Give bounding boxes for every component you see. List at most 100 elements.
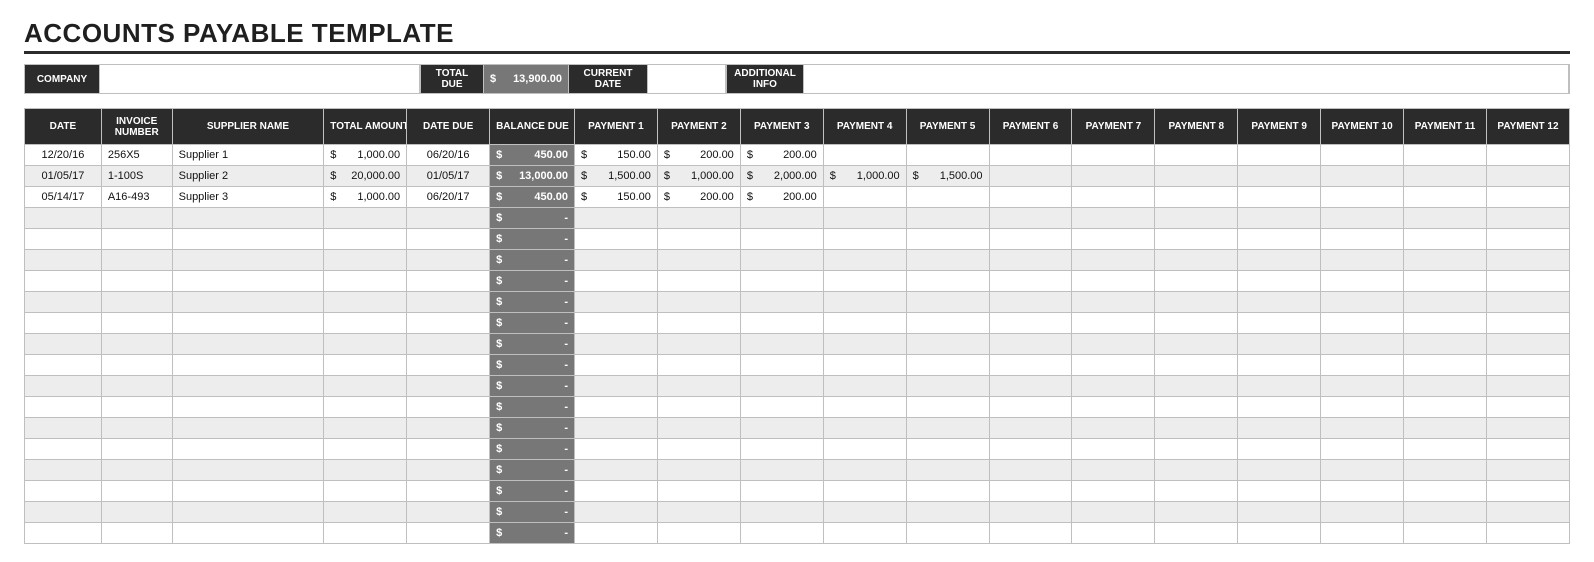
table-cell[interactable] (989, 271, 1072, 292)
table-cell[interactable]: $150.00 (575, 187, 658, 208)
table-cell[interactable]: Supplier 3 (172, 187, 324, 208)
table-cell[interactable] (407, 397, 490, 418)
table-cell[interactable] (823, 271, 906, 292)
table-cell[interactable]: $1,000.00 (823, 166, 906, 187)
table-cell[interactable] (1072, 334, 1155, 355)
table-cell[interactable] (324, 481, 407, 502)
table-cell[interactable] (1404, 229, 1487, 250)
table-cell[interactable] (1072, 208, 1155, 229)
table-cell[interactable] (740, 397, 823, 418)
table-cell[interactable]: $13,000.00 (490, 166, 575, 187)
table-cell[interactable]: $- (490, 355, 575, 376)
table-cell[interactable] (25, 376, 102, 397)
table-cell[interactable] (1155, 208, 1238, 229)
table-cell[interactable] (25, 334, 102, 355)
table-cell[interactable] (1404, 376, 1487, 397)
table-cell[interactable]: $2,000.00 (740, 166, 823, 187)
table-cell[interactable] (823, 397, 906, 418)
table-cell[interactable] (575, 376, 658, 397)
table-cell[interactable] (1486, 418, 1569, 439)
table-cell[interactable] (740, 418, 823, 439)
current-date-input[interactable] (648, 65, 726, 93)
table-cell[interactable]: $200.00 (740, 145, 823, 166)
table-cell[interactable] (172, 292, 324, 313)
table-cell[interactable] (1321, 439, 1404, 460)
table-cell[interactable] (1155, 523, 1238, 544)
table-cell[interactable] (657, 355, 740, 376)
table-cell[interactable] (1072, 355, 1155, 376)
table-cell[interactable] (324, 292, 407, 313)
table-cell[interactable] (906, 481, 989, 502)
table-cell[interactable] (172, 397, 324, 418)
table-cell[interactable]: $20,000.00 (324, 166, 407, 187)
table-cell[interactable] (1072, 250, 1155, 271)
table-cell[interactable]: $1,500.00 (575, 166, 658, 187)
table-cell[interactable] (172, 439, 324, 460)
table-cell[interactable] (657, 439, 740, 460)
table-cell[interactable] (1486, 208, 1569, 229)
table-cell[interactable] (1486, 460, 1569, 481)
table-cell[interactable] (906, 355, 989, 376)
table-cell[interactable] (324, 502, 407, 523)
table-cell[interactable] (1404, 460, 1487, 481)
table-cell[interactable]: Supplier 1 (172, 145, 324, 166)
table-cell[interactable] (740, 271, 823, 292)
table-cell[interactable] (1321, 229, 1404, 250)
table-cell[interactable] (1072, 271, 1155, 292)
table-cell[interactable] (906, 460, 989, 481)
table-cell[interactable] (1238, 229, 1321, 250)
table-cell[interactable] (1404, 502, 1487, 523)
table-cell[interactable] (1404, 313, 1487, 334)
table-cell[interactable] (657, 208, 740, 229)
table-cell[interactable] (575, 397, 658, 418)
table-cell[interactable] (101, 460, 172, 481)
table-cell[interactable] (575, 460, 658, 481)
table-cell[interactable]: $- (490, 334, 575, 355)
table-cell[interactable] (1404, 418, 1487, 439)
table-cell[interactable] (172, 355, 324, 376)
table-cell[interactable] (172, 502, 324, 523)
table-cell[interactable] (1072, 397, 1155, 418)
table-cell[interactable] (657, 418, 740, 439)
table-cell[interactable] (823, 418, 906, 439)
table-cell[interactable] (1404, 355, 1487, 376)
table-cell[interactable] (1321, 250, 1404, 271)
table-cell[interactable] (657, 271, 740, 292)
table-cell[interactable] (1321, 208, 1404, 229)
table-cell[interactable] (101, 250, 172, 271)
table-cell[interactable] (1404, 334, 1487, 355)
table-cell[interactable] (740, 250, 823, 271)
table-cell[interactable] (324, 271, 407, 292)
table-cell[interactable] (1238, 250, 1321, 271)
table-cell[interactable]: $- (490, 208, 575, 229)
table-cell[interactable] (1155, 271, 1238, 292)
table-cell[interactable]: 01/05/17 (25, 166, 102, 187)
table-cell[interactable] (1486, 166, 1569, 187)
table-cell[interactable] (1155, 502, 1238, 523)
table-cell[interactable] (823, 250, 906, 271)
table-cell[interactable] (1155, 376, 1238, 397)
table-cell[interactable] (1155, 460, 1238, 481)
table-cell[interactable]: $- (490, 481, 575, 502)
table-cell[interactable]: Supplier 2 (172, 166, 324, 187)
table-cell[interactable] (1238, 313, 1321, 334)
table-cell[interactable] (823, 145, 906, 166)
table-cell[interactable] (101, 334, 172, 355)
table-cell[interactable] (1486, 397, 1569, 418)
table-cell[interactable] (1486, 502, 1569, 523)
table-cell[interactable]: $1,000.00 (657, 166, 740, 187)
table-cell[interactable] (1404, 523, 1487, 544)
table-cell[interactable] (1155, 250, 1238, 271)
table-cell[interactable] (740, 523, 823, 544)
table-cell[interactable] (1486, 271, 1569, 292)
table-cell[interactable] (25, 397, 102, 418)
table-cell[interactable] (1155, 397, 1238, 418)
table-cell[interactable] (1404, 271, 1487, 292)
table-cell[interactable] (1404, 250, 1487, 271)
table-cell[interactable] (25, 502, 102, 523)
table-cell[interactable] (407, 313, 490, 334)
table-cell[interactable]: $450.00 (490, 145, 575, 166)
table-cell[interactable] (989, 334, 1072, 355)
table-cell[interactable] (657, 313, 740, 334)
table-cell[interactable] (989, 460, 1072, 481)
